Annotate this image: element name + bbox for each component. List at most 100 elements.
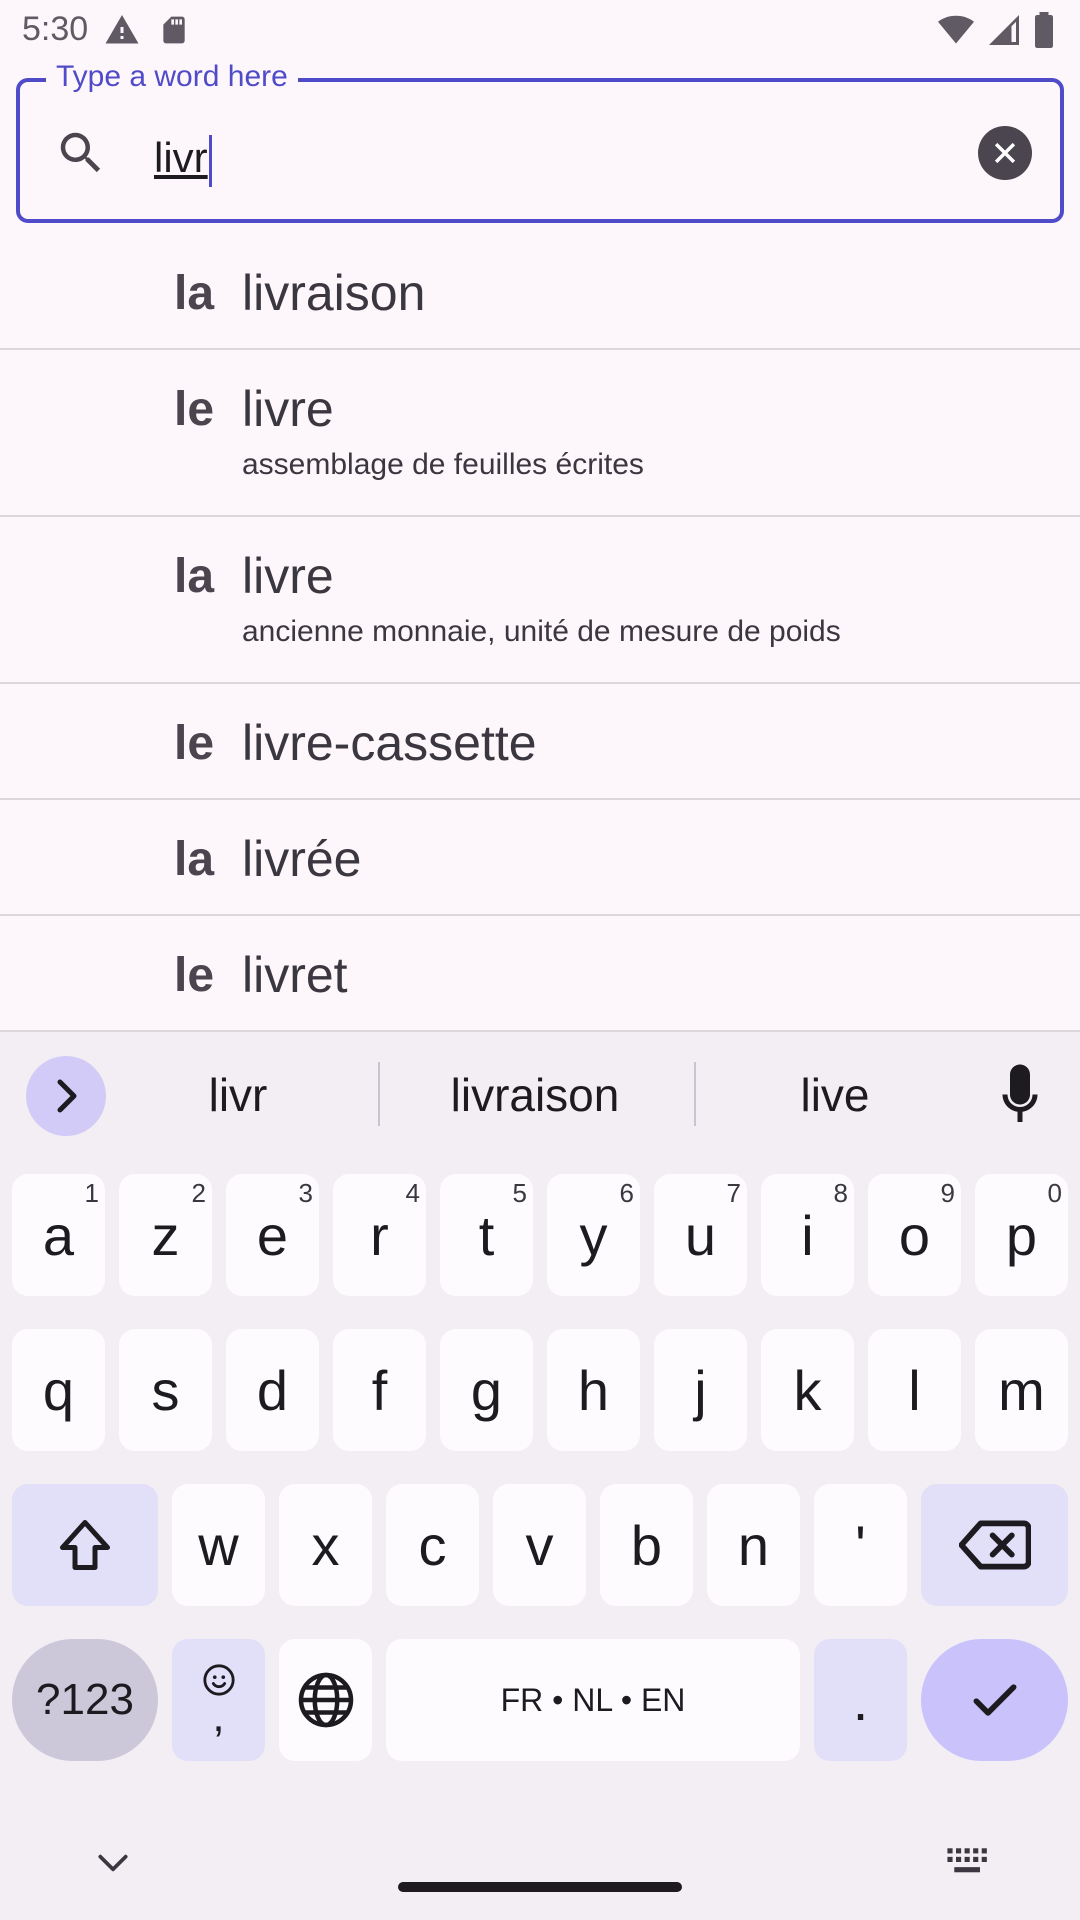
language-key[interactable] (279, 1639, 372, 1761)
suggestion-3[interactable]: live (720, 1068, 950, 1122)
key-hint: 0 (1047, 1178, 1062, 1208)
key-g[interactable]: g (440, 1329, 533, 1451)
key-label: r (370, 1203, 389, 1267)
key-z[interactable]: z2 (119, 1174, 212, 1296)
search-input[interactable]: livr (154, 134, 212, 187)
key-hint: 7 (726, 1178, 741, 1208)
home-indicator[interactable] (398, 1882, 682, 1892)
result-word: livrée (242, 831, 362, 887)
result-word: livre (242, 381, 334, 437)
keyboard-switch-icon[interactable] (944, 1844, 992, 1880)
key-apostrophe[interactable]: ' (814, 1484, 907, 1606)
symbols-key[interactable]: ?123 (12, 1639, 158, 1761)
close-icon (994, 142, 1016, 164)
result-article: le (174, 949, 215, 1002)
result-article: la (174, 833, 215, 886)
emoji-comma-key[interactable]: , (172, 1639, 265, 1761)
result-article: la (174, 550, 215, 603)
keyboard: livr livraison live a1 z2 e3 r4 t5 y6 u7… (0, 1032, 1080, 1920)
key-label: e (256, 1203, 289, 1267)
battery-icon (1035, 12, 1053, 48)
key-hint: 9 (940, 1178, 955, 1208)
result-word: livret (242, 947, 348, 1003)
microphone-icon (1002, 1064, 1038, 1122)
expand-toolbar-button[interactable] (26, 1056, 106, 1136)
key-hint: 4 (405, 1178, 420, 1208)
key-j[interactable]: j (654, 1329, 747, 1451)
shift-icon (60, 1520, 110, 1570)
hide-keyboard-icon[interactable] (94, 1848, 132, 1878)
text-cursor (208, 134, 212, 187)
result-item[interactable]: la livre ancienne monnaie, unité de mesu… (0, 517, 1080, 684)
suggestion-divider (694, 1062, 696, 1126)
key-i[interactable]: i8 (761, 1174, 854, 1296)
wifi-icon (938, 15, 974, 44)
key-label: t (478, 1203, 495, 1267)
key-b[interactable]: b (600, 1484, 693, 1606)
search-label: Type a word here (46, 60, 298, 94)
key-c[interactable]: c (386, 1484, 479, 1606)
key-l[interactable]: l (868, 1329, 961, 1451)
key-m[interactable]: m (975, 1329, 1068, 1451)
key-label: z (151, 1203, 180, 1267)
key-o[interactable]: o9 (868, 1174, 961, 1296)
result-word: livraison (242, 265, 426, 321)
key-u[interactable]: u7 (654, 1174, 747, 1296)
key-hint: 5 (512, 1178, 527, 1208)
voice-input-button[interactable] (990, 1062, 1050, 1132)
key-hint: 3 (298, 1178, 313, 1208)
sd-card-icon (163, 16, 185, 44)
results-list: la livraison le livre assemblage de feui… (0, 232, 1080, 1032)
key-a[interactable]: a1 (12, 1174, 105, 1296)
done-key[interactable] (921, 1639, 1068, 1761)
key-x[interactable]: x (279, 1484, 372, 1606)
key-r[interactable]: r4 (333, 1174, 426, 1296)
clear-button[interactable] (978, 126, 1032, 180)
key-hint: 8 (833, 1178, 848, 1208)
key-q[interactable]: q (12, 1329, 105, 1451)
key-label: p (1005, 1203, 1038, 1267)
key-label: i (801, 1203, 814, 1267)
key-hint: 6 (619, 1178, 634, 1208)
key-y[interactable]: y6 (547, 1174, 640, 1296)
backspace-icon (958, 1520, 1031, 1570)
key-n[interactable]: n (707, 1484, 800, 1606)
key-d[interactable]: d (226, 1329, 319, 1451)
result-item[interactable]: le livre assemblage de feuilles écrites (0, 350, 1080, 517)
status-time: 5:30 (22, 10, 89, 48)
check-icon (973, 1684, 1016, 1716)
result-item[interactable]: la livrée (0, 800, 1080, 916)
result-article: le (174, 717, 215, 770)
key-label: a (42, 1203, 75, 1267)
key-e[interactable]: e3 (226, 1174, 319, 1296)
key-h[interactable]: h (547, 1329, 640, 1451)
chevron-right-icon (57, 1079, 77, 1113)
search-input-text: livr (154, 134, 208, 181)
suggestion-1[interactable]: livr (150, 1068, 326, 1122)
key-k[interactable]: k (761, 1329, 854, 1451)
period-key[interactable]: . (814, 1639, 907, 1761)
key-label: o (898, 1203, 931, 1267)
result-definition: ancienne monnaie, unité de mesure de poi… (242, 615, 841, 648)
key-w[interactable]: w (172, 1484, 265, 1606)
result-definition: assemblage de feuilles écrites (242, 448, 644, 481)
key-f[interactable]: f (333, 1329, 426, 1451)
space-key[interactable]: FR • NL • EN (386, 1639, 800, 1761)
result-item[interactable]: la livraison (0, 232, 1080, 350)
search-field[interactable]: livr (16, 78, 1064, 223)
key-s[interactable]: s (119, 1329, 212, 1451)
key-p[interactable]: p0 (975, 1174, 1068, 1296)
result-item[interactable]: le livre-cassette (0, 684, 1080, 800)
suggestion-2[interactable]: livraison (400, 1068, 670, 1122)
key-t[interactable]: t5 (440, 1174, 533, 1296)
backspace-key[interactable] (921, 1484, 1068, 1606)
navigation-bar (0, 1800, 1080, 1920)
status-bar: 5:30 (0, 0, 1080, 62)
result-item[interactable]: le livret (0, 916, 1080, 1032)
shift-key[interactable] (12, 1484, 158, 1606)
result-article: la (174, 267, 215, 320)
result-word: livre (242, 548, 334, 604)
warning-icon (105, 15, 139, 44)
suggestion-bar: livr livraison live (0, 1032, 1080, 1160)
key-v[interactable]: v (493, 1484, 586, 1606)
